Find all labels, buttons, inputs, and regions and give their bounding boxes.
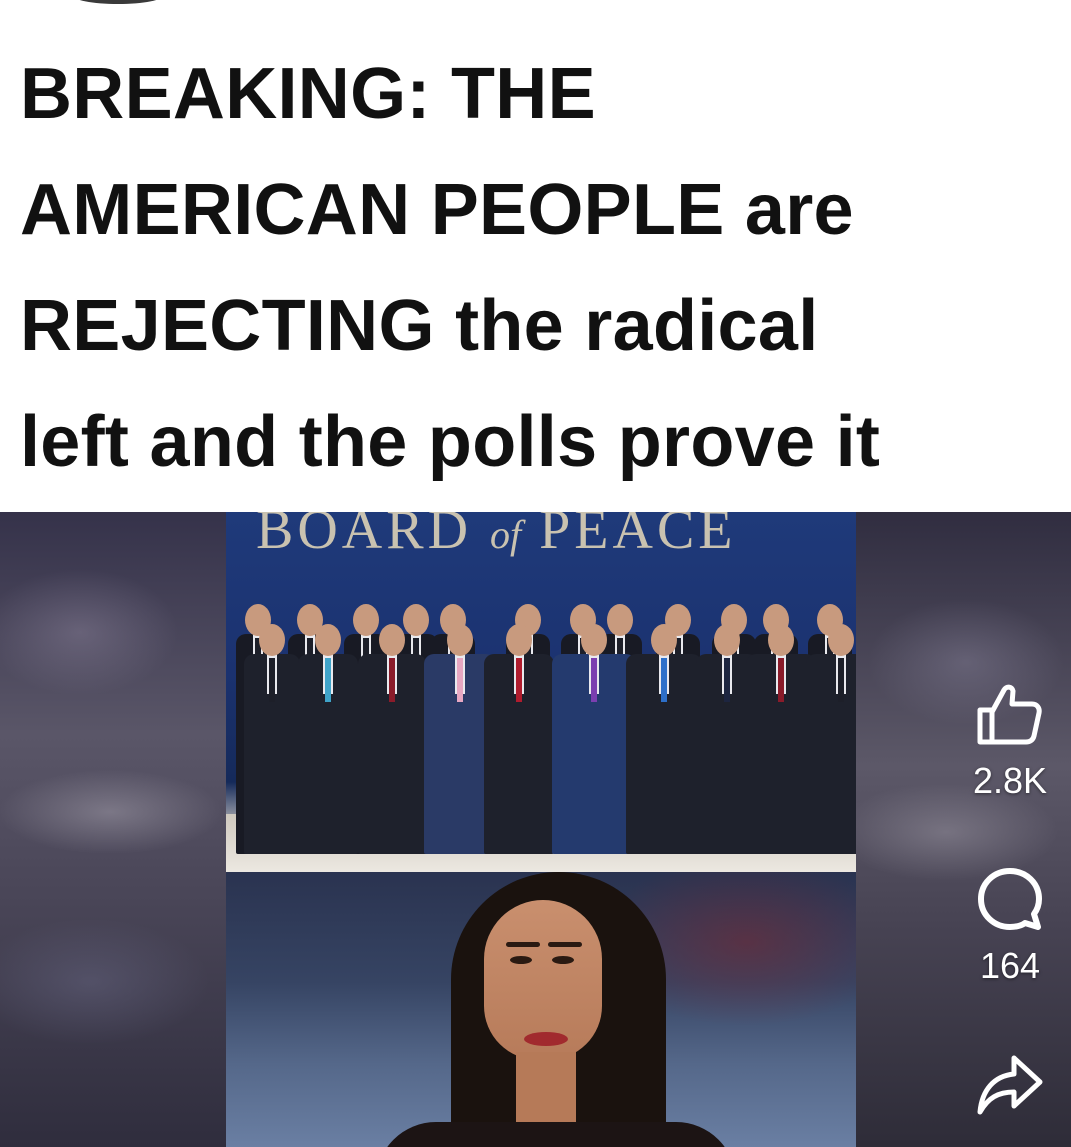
group-photo: BOARD of PEACE	[226, 512, 856, 872]
person-front-row	[806, 624, 856, 854]
headline-line-1: BREAKING: THE	[20, 54, 596, 134]
share-button[interactable]	[940, 1042, 1071, 1126]
portrait-coat	[376, 1122, 736, 1147]
portrait-neck	[516, 1052, 576, 1122]
person-front-row	[358, 624, 426, 854]
backdrop-sign-word-1: BOARD	[256, 512, 473, 561]
video-blur-left	[0, 512, 226, 1147]
comment-count: 164	[979, 945, 1041, 986]
headline-line-2-rest: are	[724, 170, 854, 250]
backdrop-sign-of: of	[490, 512, 522, 557]
portrait-eye-left	[510, 956, 532, 964]
comment-icon	[968, 857, 1052, 941]
headline-line-2-bold: AMERICAN PEOPLE	[20, 170, 725, 250]
headline-line-4: left and the polls prove it	[20, 402, 881, 482]
like-button[interactable]: 2.8K	[940, 672, 1071, 802]
comment-button[interactable]: 164	[940, 857, 1071, 987]
portrait-lips	[524, 1032, 568, 1046]
headline-line-3-rest: the radical	[434, 286, 819, 366]
portrait-photo	[226, 872, 856, 1147]
thumbs-up-icon	[968, 672, 1052, 756]
person-front-row	[298, 624, 358, 854]
avatar[interactable]	[72, 0, 164, 4]
video-player[interactable]: BOARD of PEACE	[0, 512, 1071, 1147]
portrait-eye-right	[552, 956, 574, 964]
share-icon	[968, 1042, 1052, 1126]
reel-post: BREAKING: THE AMERICAN PEOPLE are REJECT…	[0, 0, 1071, 1147]
person-front-row	[244, 624, 300, 854]
backdrop-sign-word-2: PEACE	[539, 512, 737, 561]
person-front-row	[552, 624, 636, 854]
portrait-brow-left	[506, 942, 540, 947]
headline-line-3-bold: REJECTING	[20, 286, 435, 366]
person-front-row	[484, 624, 554, 854]
like-count: 2.8K	[972, 760, 1048, 801]
portrait-brow-right	[548, 942, 582, 947]
backdrop-sign: BOARD of PEACE	[256, 512, 737, 562]
person-front-row	[626, 624, 702, 854]
post-headline: BREAKING: THE AMERICAN PEOPLE are REJECT…	[20, 36, 1065, 500]
